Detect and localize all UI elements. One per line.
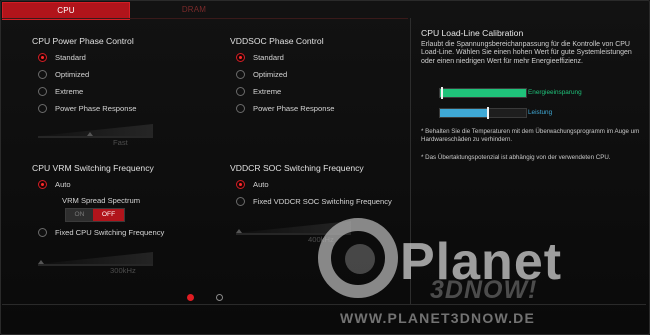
slider-value: 300kHz	[110, 266, 136, 275]
slider-ramp	[38, 124, 153, 136]
vddsoc-phase-option-extreme[interactable]: Extreme	[236, 85, 281, 97]
cpu-vrm-option-fixed[interactable]: Fixed CPU Switching Frequency	[38, 226, 164, 238]
vddcr-soc-title: VDDCR SOC Switching Frequency	[230, 163, 364, 173]
radio-icon[interactable]	[38, 227, 47, 237]
help-note-temperature: * Behalten Sie die Temperaturen mit dem …	[421, 128, 640, 143]
page-dot-2[interactable]	[216, 294, 223, 301]
cpu-phase-option-standard[interactable]: Standard	[38, 51, 86, 63]
vddcr-soc-option-fixed[interactable]: Fixed VDDCR SOC Switching Frequency	[236, 195, 392, 207]
radio-label: Power Phase Response	[253, 103, 335, 113]
radio-selected-icon[interactable]	[236, 179, 245, 189]
radio-label: Power Phase Response	[55, 103, 137, 113]
page-dot-1[interactable]	[187, 294, 194, 301]
radio-label: Auto	[55, 179, 71, 189]
cpu-vrm-option-auto[interactable]: Auto	[38, 178, 71, 190]
radio-selected-icon[interactable]	[38, 179, 47, 189]
cpu-power-phase-title: CPU Power Phase Control	[32, 36, 134, 46]
radio-icon[interactable]	[236, 86, 245, 96]
cpu-phase-option-power-phase-response[interactable]: Power Phase Response	[38, 102, 136, 114]
cpu-phase-response-slider[interactable]: Fast	[38, 124, 153, 147]
slider-value: Fast	[113, 138, 128, 147]
radio-icon[interactable]	[236, 103, 245, 113]
slider-track[interactable]	[38, 136, 153, 138]
tab-dram[interactable]: DRAM	[131, 2, 257, 18]
cpu-switching-frequency-slider[interactable]: 300kHz	[38, 252, 153, 275]
vrm-spread-spectrum-toggle[interactable]: ON OFF	[65, 208, 125, 222]
energy-saving-label: Energieeinsparung	[528, 89, 582, 96]
performance-bar	[439, 107, 527, 119]
radio-label: Fixed VDDCR SOC Switching Frequency	[253, 196, 392, 206]
radio-icon[interactable]	[38, 86, 47, 96]
bottom-divider	[2, 304, 646, 305]
radio-selected-icon[interactable]	[236, 52, 245, 62]
help-note-overclocking: * Das Übertaktungspotenzial ist abhängig…	[421, 154, 611, 161]
radio-icon[interactable]	[38, 69, 47, 79]
performance-fill	[440, 109, 487, 117]
energy-saving-bar	[439, 87, 527, 99]
radio-label: Optimized	[55, 69, 90, 79]
performance-marker	[487, 107, 489, 119]
radio-label: Standard	[55, 52, 86, 62]
toggle-on-option[interactable]: ON	[66, 209, 93, 221]
radio-selected-icon[interactable]	[38, 52, 47, 62]
radio-icon[interactable]	[38, 103, 47, 113]
toggle-off-option[interactable]: OFF	[93, 209, 124, 221]
vddsoc-phase-option-power-phase-response[interactable]: Power Phase Response	[236, 102, 334, 114]
slider-thumb-icon[interactable]	[87, 132, 93, 136]
cpu-vrm-title: CPU VRM Switching Frequency	[32, 163, 154, 173]
radio-label: Extreme	[253, 86, 282, 96]
radio-icon[interactable]	[236, 69, 245, 79]
slider-thumb-icon[interactable]	[38, 260, 44, 264]
vddsoc-phase-option-optimized[interactable]: Optimized	[236, 68, 287, 80]
radio-label: Auto	[253, 179, 269, 189]
slider-thumb-icon[interactable]	[236, 229, 242, 233]
radio-icon[interactable]	[236, 196, 245, 206]
vddsoc-phase-title: VDDSOC Phase Control	[230, 36, 324, 46]
slider-ramp	[38, 252, 153, 264]
radio-label: Standard	[253, 52, 284, 62]
tab-bar: CPU DRAM	[2, 2, 410, 20]
vddsoc-phase-option-standard[interactable]: Standard	[236, 51, 284, 63]
watermark-sub: 3DNOW!	[430, 276, 538, 304]
radio-label: Optimized	[253, 69, 288, 79]
radio-label: Fixed CPU Switching Frequency	[55, 227, 165, 237]
tab-divider	[2, 18, 408, 19]
energy-saving-fill	[440, 89, 526, 97]
energy-saving-marker	[441, 87, 443, 99]
vddcr-soc-option-auto[interactable]: Auto	[236, 178, 269, 190]
radio-label: Extreme	[55, 86, 84, 96]
vrm-spread-spectrum-label: VRM Spread Spectrum	[62, 196, 141, 205]
cpu-phase-option-optimized[interactable]: Optimized	[38, 68, 89, 80]
help-description: Erlaubt die Spannungsbereichanpassung fü…	[421, 41, 632, 65]
cpu-phase-option-extreme[interactable]: Extreme	[38, 85, 83, 97]
watermark-logo-core-icon	[345, 244, 375, 274]
help-title: CPU Load-Line Calibration	[421, 28, 524, 38]
performance-label: Leistung	[528, 109, 553, 116]
watermark-url: WWW.PLANET3DNOW.DE	[340, 310, 536, 326]
